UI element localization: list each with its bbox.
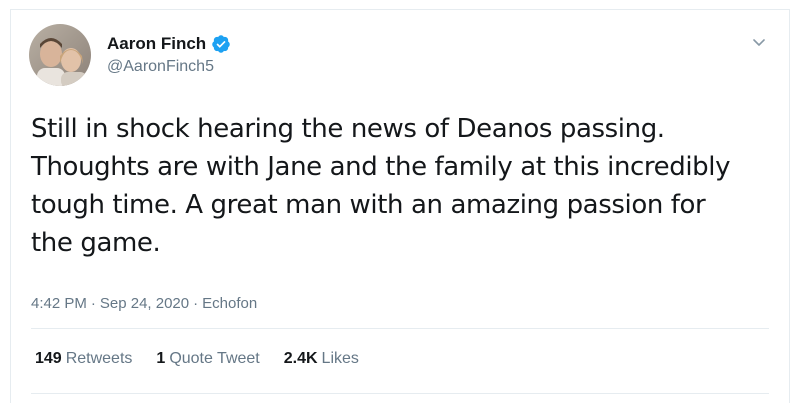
retweets-label: Retweets xyxy=(65,350,133,367)
tweet-source[interactable]: Echofon xyxy=(202,295,257,312)
retweets-count: 149 xyxy=(35,350,62,367)
divider xyxy=(31,393,769,394)
author-handle[interactable]: @AaronFinch5 xyxy=(107,58,231,76)
tweet-time[interactable]: 4:42 PM xyxy=(31,295,87,312)
likes-count: 2.4K xyxy=(283,350,318,367)
likes-label: Likes xyxy=(321,350,359,367)
quote-tweets-stat[interactable]: 1 Quote Tweet xyxy=(156,350,259,368)
author-name[interactable]: Aaron Finch xyxy=(107,34,206,54)
quote-tweets-label: Quote Tweet xyxy=(169,350,260,367)
author-name-row: Aaron Finch xyxy=(107,32,231,56)
meta-separator: · xyxy=(193,295,199,312)
tweet-card: Aaron Finch @AaronFinch5 Still in shock … xyxy=(10,9,790,403)
avatar-photo xyxy=(29,24,91,86)
retweets-stat[interactable]: 149 Retweets xyxy=(35,350,132,368)
tweet-stats: 149 Retweets 1 Quote Tweet 2.4K Likes xyxy=(35,350,359,368)
likes-stat[interactable]: 2.4K Likes xyxy=(284,350,359,368)
avatar[interactable] xyxy=(29,24,91,86)
quote-tweets-count: 1 xyxy=(156,350,166,367)
meta-separator: · xyxy=(90,295,96,312)
chevron-down-icon[interactable] xyxy=(751,34,767,50)
tweet-date[interactable]: Sep 24, 2020 xyxy=(100,295,189,312)
tweet-meta: 4:42 PM · Sep 24, 2020 · Echofon xyxy=(31,295,257,312)
verified-badge-icon xyxy=(211,34,231,54)
divider xyxy=(31,328,769,329)
tweet-text: Still in shock hearing the news of Deano… xyxy=(31,114,731,258)
author-info: Aaron Finch @AaronFinch5 xyxy=(107,32,231,76)
